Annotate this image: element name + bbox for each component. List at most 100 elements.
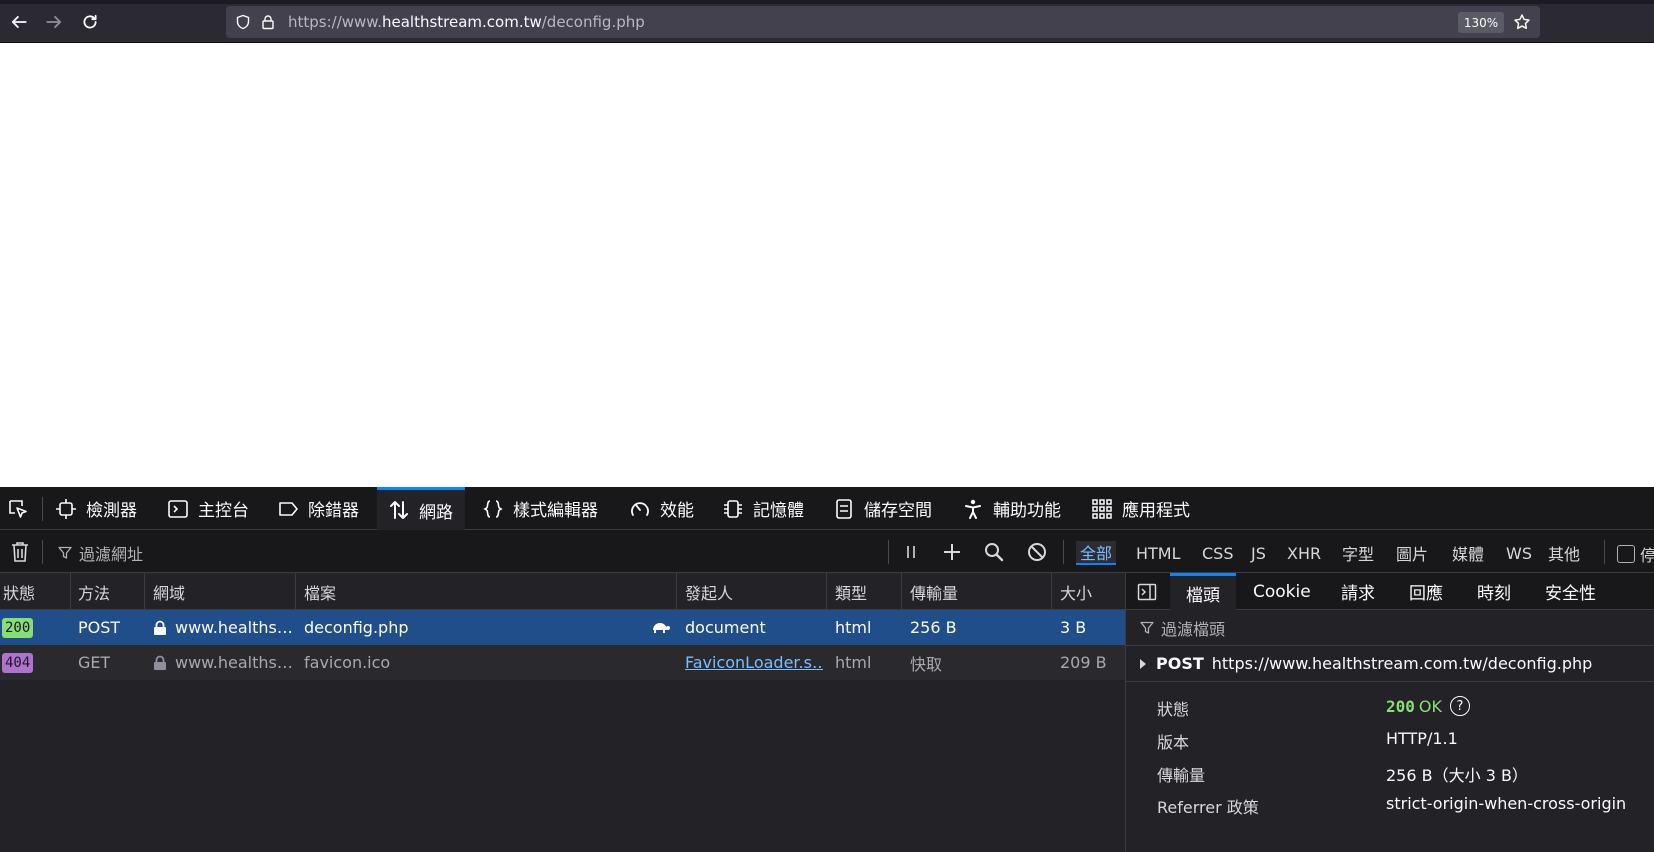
version-value: HTTP/1.1	[1386, 729, 1458, 748]
details-tab-response[interactable]: 回應	[1409, 573, 1443, 610]
filter-headers-input[interactable]: 過濾檔頭	[1126, 610, 1654, 646]
domain-cell: www.healths…	[153, 610, 293, 645]
type-filter-ws[interactable]: WS	[1502, 541, 1536, 565]
expand-triangle-icon	[1140, 658, 1146, 669]
column-header-size[interactable]: 大小	[1052, 573, 1125, 610]
url-text[interactable]: https://www.healthstream.com.tw/deconfig…	[288, 13, 645, 31]
tab-label: 儲存空間	[864, 501, 932, 521]
lock-icon	[154, 620, 166, 635]
column-header-type[interactable]: 類型	[827, 573, 902, 610]
tracking-shield-icon[interactable]	[235, 14, 251, 30]
bookmark-star-icon[interactable]	[1513, 13, 1531, 31]
reload-icon	[83, 14, 97, 29]
filter-url-placeholder: 過濾網址	[79, 545, 144, 564]
toggle-sidebar-icon[interactable]	[1137, 582, 1157, 602]
details-tab-security[interactable]: 安全性	[1545, 573, 1596, 610]
type-filter-html[interactable]: HTML	[1132, 541, 1185, 565]
type-filter-js[interactable]: JS	[1247, 541, 1270, 565]
slow-turtle-icon	[653, 623, 670, 633]
tab-label: 效能	[660, 501, 694, 521]
filter-icon	[58, 546, 72, 559]
lock-icon[interactable]	[260, 14, 276, 30]
details-tab-bar: 檔頭 Cookie 請求 回應 時刻 安全性	[1126, 573, 1654, 610]
type-cell: html	[835, 653, 872, 672]
status-code: 200	[1386, 696, 1415, 716]
tab-debugger[interactable]: 除錯器	[277, 487, 359, 530]
block-icon[interactable]	[1026, 541, 1048, 563]
tab-label: 記憶體	[753, 501, 804, 521]
domain-text: www.healths…	[175, 653, 293, 672]
status-text: OK	[1418, 696, 1442, 716]
toolbar-separator	[42, 540, 43, 564]
status-badge: 200	[2, 617, 34, 638]
type-filter-media[interactable]: 媒體	[1448, 541, 1488, 565]
initiator-link[interactable]: FaviconLoader.s…	[685, 653, 823, 672]
tab-strip-edge	[0, 0, 1654, 4]
tab-style-editor[interactable]: 樣式編輯器	[482, 487, 598, 530]
tab-label: 除錯器	[308, 501, 359, 521]
details-tab-request[interactable]: 請求	[1341, 573, 1375, 610]
application-icon	[1092, 498, 1112, 519]
type-filter-fonts[interactable]: 字型	[1338, 541, 1378, 565]
zoom-level-badge[interactable]: 130%	[1458, 12, 1504, 33]
column-header-status[interactable]: 狀態	[0, 573, 71, 610]
status-row: 狀態 200 OK ?	[1126, 690, 1654, 722]
debugger-icon	[279, 501, 298, 516]
reload-button[interactable]	[76, 10, 104, 34]
memory-icon	[724, 499, 742, 518]
tab-inspector[interactable]: 檢測器	[55, 487, 137, 530]
tab-console[interactable]: 主控台	[167, 487, 249, 530]
details-tab-timings[interactable]: 時刻	[1477, 573, 1511, 610]
column-header-method[interactable]: 方法	[71, 573, 145, 610]
column-header-transferred[interactable]: 傳輸量	[902, 573, 1052, 610]
search-icon[interactable]	[983, 541, 1005, 563]
domain-text: www.healths…	[175, 618, 293, 637]
details-tab-cookies[interactable]: Cookie	[1253, 573, 1311, 610]
file-cell: deconfig.php	[304, 618, 409, 637]
toolbar-separator	[888, 540, 889, 564]
request-url: https://www.healthstream.com.tw/deconfig…	[1211, 654, 1593, 673]
type-filter-css[interactable]: CSS	[1198, 541, 1237, 565]
request-method: POST	[1156, 654, 1204, 673]
page-content	[0, 43, 1654, 487]
pause-icon[interactable]	[900, 541, 922, 563]
element-picker-icon[interactable]	[6, 497, 30, 521]
type-cell: html	[835, 618, 872, 637]
accessibility-icon	[965, 499, 981, 519]
tab-label: 應用程式	[1122, 501, 1190, 521]
version-row: 版本 HTTP/1.1	[1126, 723, 1654, 755]
forward-button[interactable]	[40, 10, 68, 34]
add-request-icon[interactable]	[941, 541, 963, 563]
tab-network[interactable]: 網路	[377, 487, 465, 530]
persist-logs-checkbox[interactable]	[1617, 545, 1635, 563]
type-filter-xhr[interactable]: XHR	[1283, 541, 1325, 565]
table-row[interactable]: 404 GET www.healths… favicon.ico Favicon…	[0, 645, 1125, 680]
tab-storage[interactable]: 儲存空間	[833, 487, 932, 530]
clear-trash-icon[interactable]	[9, 540, 31, 564]
filter-url-input[interactable]: 過濾網址	[58, 541, 143, 565]
help-icon[interactable]: ?	[1450, 696, 1470, 716]
type-filter-other[interactable]: 其他	[1544, 541, 1584, 565]
tab-accessibility[interactable]: 輔助功能	[962, 487, 1061, 530]
type-filter-images[interactable]: 圖片	[1392, 541, 1432, 565]
url-host: healthstream.com.tw	[381, 13, 542, 31]
column-header-domain[interactable]: 網域	[145, 573, 296, 610]
column-header-file[interactable]: 檔案	[296, 573, 677, 610]
details-tab-headers[interactable]: 檔頭	[1170, 573, 1236, 610]
performance-icon	[631, 501, 649, 516]
tab-label: 樣式編輯器	[513, 501, 598, 521]
url-bar[interactable]: https://www.healthstream.com.tw/deconfig…	[226, 6, 1540, 38]
tab-performance[interactable]: 效能	[629, 487, 694, 530]
tab-application[interactable]: 應用程式	[1091, 487, 1190, 530]
transferred-cell: 快取	[910, 654, 943, 674]
back-button[interactable]	[5, 10, 33, 34]
table-row[interactable]: 200 POST www.healths… deconfig.php docum…	[0, 610, 1125, 645]
column-header-initiator[interactable]: 發起人	[677, 573, 827, 610]
tab-label: 輔助功能	[993, 501, 1061, 521]
forward-arrow-icon	[46, 16, 62, 28]
request-summary-toggle[interactable]: POST https://www.healthstream.com.tw/dec…	[1126, 646, 1654, 682]
console-icon	[168, 499, 188, 518]
type-filter-all[interactable]: 全部	[1076, 541, 1117, 565]
toolbar-separator	[1604, 540, 1605, 564]
tab-memory[interactable]: 記憶體	[722, 487, 804, 530]
